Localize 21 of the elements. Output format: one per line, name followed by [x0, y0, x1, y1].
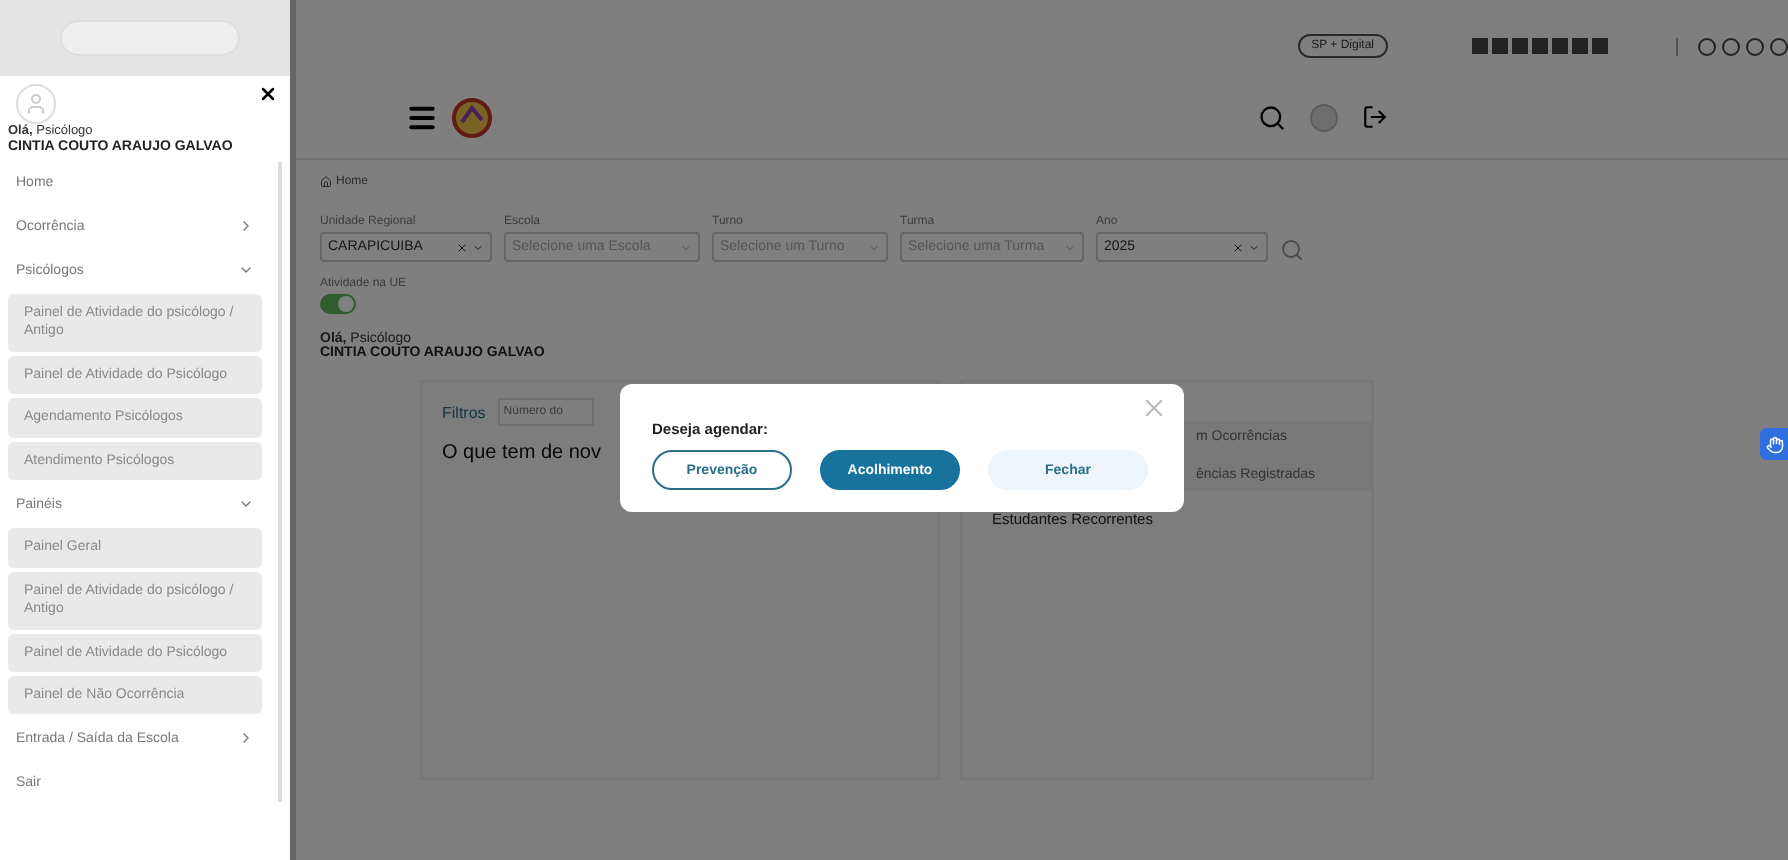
avatar-circle — [1310, 103, 1338, 131]
close-icon[interactable] — [258, 84, 278, 104]
clear-icon[interactable] — [456, 241, 468, 253]
home-icon — [320, 176, 332, 188]
chevron-right-icon — [238, 218, 254, 234]
hand-icon[interactable] — [1760, 428, 1788, 460]
chevron-down-icon — [472, 241, 484, 253]
user-avatar-icon — [16, 84, 56, 124]
logout-icon[interactable] — [1362, 104, 1388, 130]
chevron-right-icon — [238, 730, 254, 747]
filters-tab[interactable]: Filtros — [442, 403, 486, 421]
clear-icon[interactable] — [1232, 241, 1244, 253]
logo-icon — [450, 95, 494, 139]
chevron-down-icon — [1248, 241, 1260, 253]
search-icon[interactable] — [1258, 103, 1286, 131]
social-icons[interactable] — [1472, 38, 1608, 54]
activity-toggle[interactable] — [320, 294, 356, 314]
card-title: O que tem de nov — [442, 442, 603, 464]
accessibility-icons[interactable] — [1676, 37, 1788, 55]
chevron-down-icon — [238, 262, 254, 278]
menu-icon[interactable] — [406, 101, 438, 133]
